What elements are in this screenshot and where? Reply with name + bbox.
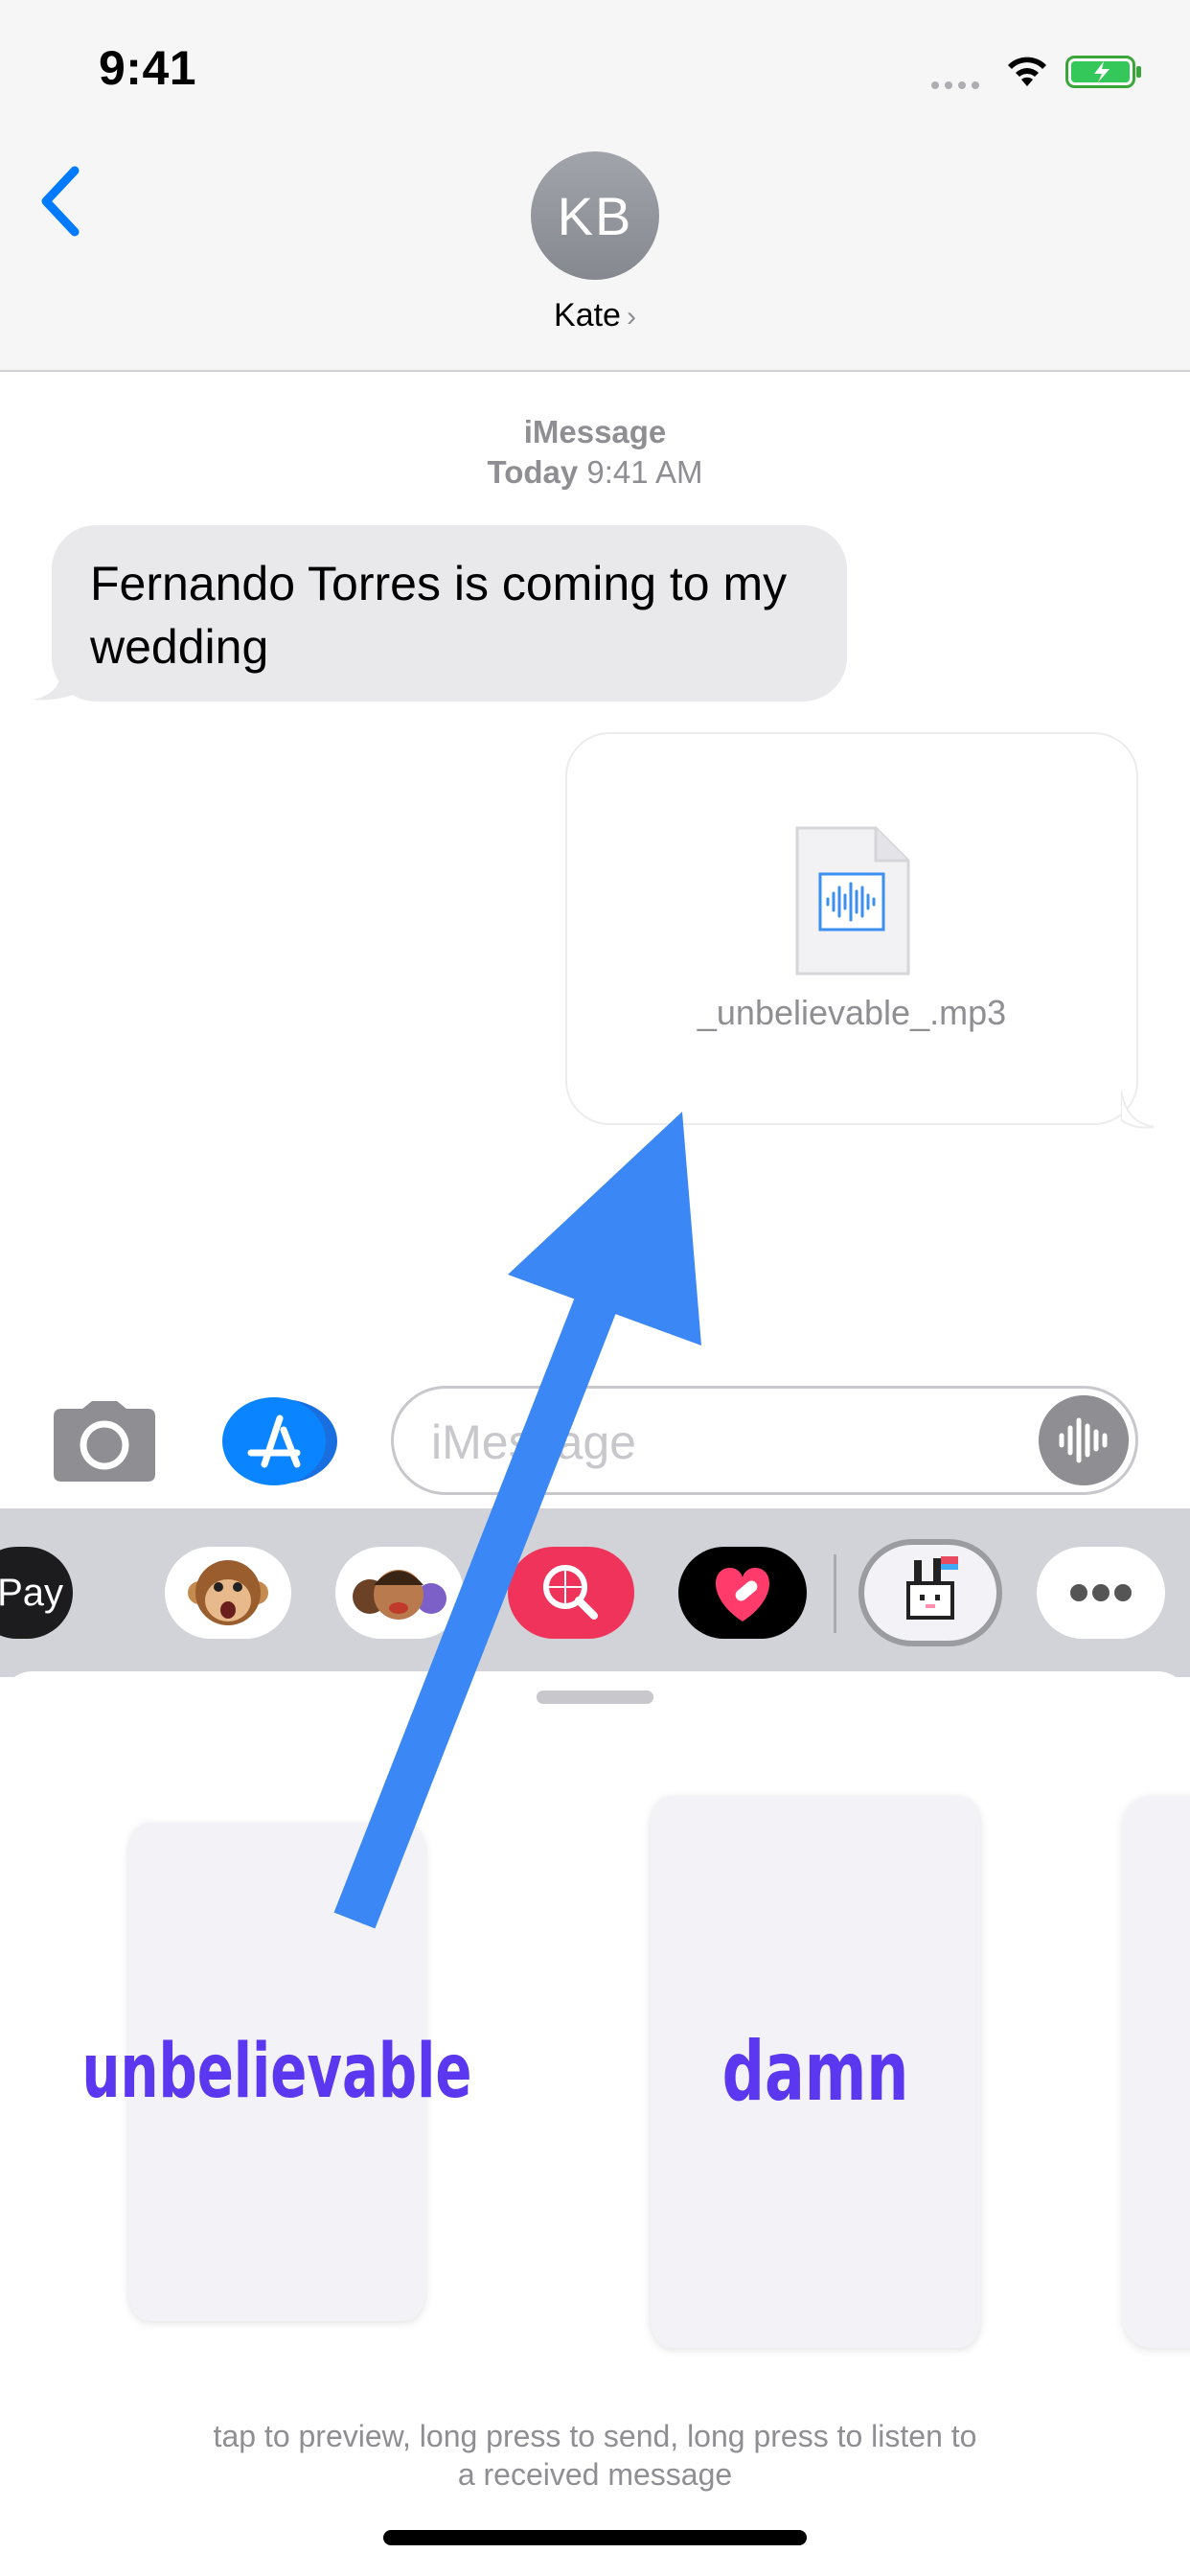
ellipsis-icon (1070, 1584, 1132, 1601)
sound-card-label: damn (721, 2024, 909, 2120)
status-time: 9:41 (99, 41, 197, 95)
incoming-message-bubble[interactable]: Fernando Torres is coming to my wedding (52, 525, 847, 702)
sound-card-partial[interactable] (1123, 1796, 1190, 2348)
timestamp-day: Today (487, 454, 579, 490)
more-apps-button[interactable] (1037, 1547, 1165, 1639)
apple-pay-app[interactable]: ●Pay (0, 1547, 73, 1639)
message-input-placeholder: iMessage (431, 1415, 636, 1469)
imessage-app-strip: ●Pay (0, 1508, 1190, 1677)
sound-card-damn[interactable]: damn (650, 1796, 981, 2348)
audio-waveform-icon[interactable] (1039, 1395, 1129, 1485)
heart-icon (715, 1568, 770, 1622)
memoji-stickers-app[interactable] (335, 1547, 464, 1639)
app-store-icon[interactable] (222, 1397, 337, 1485)
outgoing-bubble-tail (1121, 1091, 1154, 1129)
monkey-icon (188, 1560, 268, 1625)
message-timestamp: Today 9:41 AM (0, 454, 1190, 491)
contact-name-button[interactable]: Kate › (498, 297, 692, 334)
camera-icon[interactable] (54, 1401, 155, 1482)
chevron-right-icon: › (626, 301, 636, 333)
back-chevron-icon[interactable] (36, 165, 84, 238)
battery-charging-icon (1065, 56, 1141, 88)
memoji-icon (353, 1570, 446, 1620)
digital-touch-app[interactable] (678, 1547, 807, 1639)
audio-file-icon (795, 826, 910, 976)
cellular-signal-icon (931, 77, 987, 89)
apple-pay-label: Pay (0, 1571, 63, 1614)
sound-stickers-app-selected[interactable] (858, 1539, 1002, 1646)
wifi-icon (1008, 57, 1046, 86)
strip-divider (834, 1554, 836, 1633)
contact-avatar[interactable]: KB (531, 151, 659, 280)
service-label: iMessage (523, 414, 667, 449)
timestamp-time: 9:41 AM (586, 454, 703, 490)
incoming-message-text: Fernando Torres is coming to my wedding (90, 557, 788, 674)
sound-card-unbelievable[interactable]: unbelievable (82, 1823, 471, 2321)
attachment-filename: _unbelievable_.mp3 (697, 993, 1007, 1032)
contact-name-label: Kate (554, 297, 621, 334)
search-images-app[interactable] (508, 1547, 634, 1639)
pixel-bunny-icon (906, 1556, 958, 1620)
avatar-initials: KB (557, 185, 633, 246)
magnifier-globe-icon (543, 1565, 598, 1620)
sound-card-label: unbelievable (81, 2029, 472, 2115)
hint-line-2: a received message (457, 2457, 733, 2492)
hint-line-1: tap to preview, long press to send, long… (213, 2419, 977, 2453)
drawer-hint-text: tap to preview, long press to send, long… (0, 2417, 1190, 2494)
animoji-app[interactable] (165, 1547, 291, 1639)
home-indicator[interactable] (383, 2530, 807, 2545)
drawer-grabber[interactable] (537, 1690, 653, 1704)
